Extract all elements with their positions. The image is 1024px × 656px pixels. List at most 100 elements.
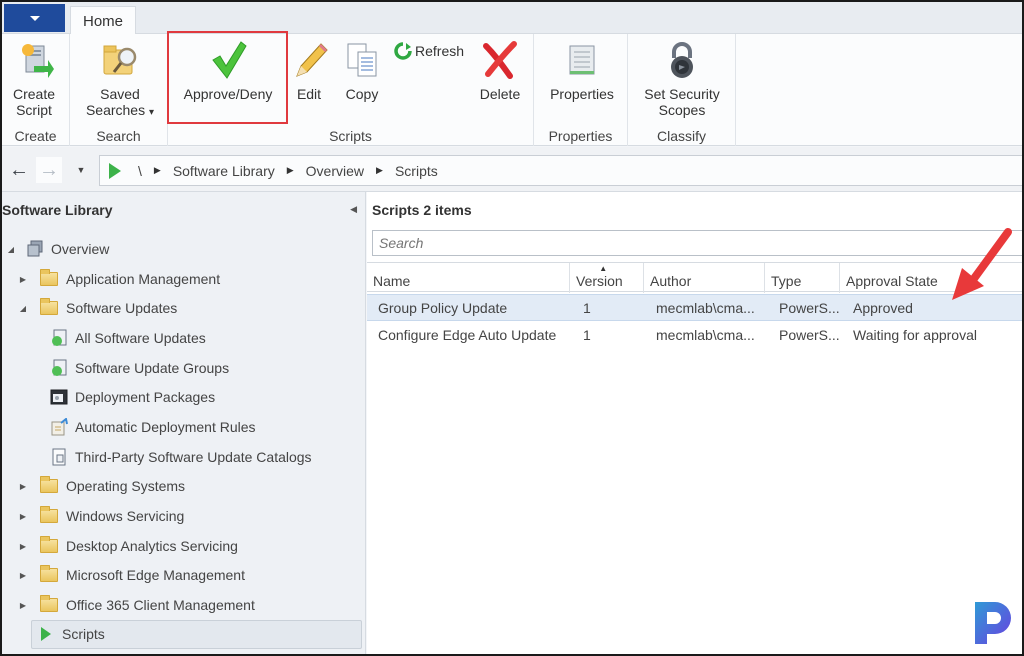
properties-label: Properties <box>550 86 614 102</box>
delete-button[interactable]: Delete <box>474 40 526 102</box>
console-window: Home Create Script Create Saved Searches… <box>0 0 1024 656</box>
dropdown-arrow-icon: ▾ <box>149 107 155 118</box>
tree-item-application-management[interactable]: ▶ Application Management <box>16 266 220 292</box>
copy-label: Copy <box>345 86 379 102</box>
breadcrumb-separator-icon: ▶ <box>153 165 161 175</box>
overview-icon <box>27 240 43 257</box>
cell-approval-state: Waiting for approval <box>853 327 977 343</box>
folder-icon <box>40 506 58 523</box>
copy-button[interactable]: Copy <box>338 40 386 102</box>
breadcrumb-root[interactable]: \ <box>138 163 142 179</box>
deployment-packages-icon <box>50 389 68 405</box>
expanded-twisty-icon: ◢ <box>7 244 15 254</box>
set-security-label-2: Scopes <box>658 102 706 118</box>
tree-item-deployment-packages[interactable]: Deployment Packages <box>50 384 215 410</box>
results-pane: Scripts 2 items Name ▲ Version Author Ty… <box>367 192 1022 654</box>
cell-author: mecmlab\cma... <box>656 327 755 343</box>
refresh-icon <box>394 42 412 60</box>
padlock-icon <box>662 40 702 80</box>
history-dropdown-button[interactable]: ▼ <box>68 157 94 183</box>
dropdown-icon: ▼ <box>76 165 86 175</box>
tree-item-windows-servicing[interactable]: ▶ Windows Servicing <box>16 503 184 529</box>
forward-arrow-icon: → <box>39 158 59 181</box>
folder-icon <box>40 536 58 553</box>
properties-button[interactable]: Properties <box>542 40 622 102</box>
table-row[interactable]: Group Policy Update 1 mecmlab\cma... Pow… <box>367 294 1022 321</box>
catalog-icon <box>52 448 66 466</box>
column-header-type[interactable]: Type <box>765 263 840 293</box>
delete-label: Delete <box>479 86 521 102</box>
create-script-icon <box>14 40 54 80</box>
software-updates-icon <box>52 329 67 346</box>
breadcrumb-software-library[interactable]: Software Library <box>173 163 275 179</box>
collapsed-twisty-icon: ▶ <box>19 274 27 284</box>
tree-item-automatic-deployment-rules[interactable]: Automatic Deployment Rules <box>50 414 256 440</box>
column-header-approval-state[interactable]: Approval State <box>840 263 1022 293</box>
saved-searches-label-2: Searches ▾ <box>85 102 155 118</box>
address-bar[interactable]: \ ▶ Software Library ▶ Overview ▶ Script… <box>99 155 1022 186</box>
edit-label: Edit <box>296 86 322 102</box>
update-groups-icon <box>52 359 67 376</box>
cell-type: PowerS... <box>779 300 840 316</box>
column-header-name[interactable]: Name <box>367 263 570 293</box>
refresh-button[interactable]: Refresh <box>394 42 464 60</box>
breadcrumb-overview[interactable]: Overview <box>306 163 364 179</box>
ribbon-group-classify: Set Security Scopes Classify <box>628 34 736 146</box>
deployment-rules-icon <box>51 418 68 436</box>
tree-item-third-party-catalogs[interactable]: Third-Party Software Update Catalogs <box>50 444 312 470</box>
column-header-version[interactable]: ▲ Version <box>570 263 644 293</box>
table-row[interactable]: Configure Edge Auto Update 1 mecmlab\cma… <box>367 322 1022 349</box>
breadcrumb-scripts[interactable]: Scripts <box>395 163 438 179</box>
group-label-properties: Properties <box>548 128 613 144</box>
refresh-label: Refresh <box>415 43 465 59</box>
forward-button[interactable]: → <box>36 157 62 183</box>
caret-down-icon <box>29 15 40 21</box>
tree-item-software-updates[interactable]: ◢ Software Updates <box>16 295 177 321</box>
tree-label: Software Update Groups <box>75 360 230 376</box>
folder-icon <box>40 298 58 315</box>
approve-deny-button[interactable]: Approve/Deny <box>174 40 282 102</box>
tree-label: Third-Party Software Update Catalogs <box>75 449 312 465</box>
pencil-icon <box>289 40 329 80</box>
cell-name: Configure Edge Auto Update <box>378 327 557 343</box>
results-title: Scripts 2 items <box>372 202 472 218</box>
cell-name: Group Policy Update <box>378 300 508 316</box>
back-button[interactable]: ← <box>6 157 32 183</box>
search-field[interactable] <box>372 230 1022 256</box>
tree-item-software-update-groups[interactable]: Software Update Groups <box>50 355 229 381</box>
ribbon-group-scripts: Approve/Deny Edit Copy Refresh Delete Sc… <box>168 34 534 146</box>
set-security-label-1: Set Security <box>644 86 720 102</box>
set-security-scopes-button[interactable]: Set Security Scopes <box>634 40 730 118</box>
grid-header: Name ▲ Version Author Type Approval Stat… <box>367 262 1022 293</box>
folder-icon <box>40 476 58 493</box>
saved-searches-label-1: Saved <box>100 86 140 102</box>
edit-button[interactable]: Edit <box>286 40 332 102</box>
saved-searches-button[interactable]: Saved Searches ▾ <box>80 40 160 121</box>
tree-item-office-365-client-management[interactable]: ▶ Office 365 Client Management <box>16 592 255 618</box>
navigation-bar: ← → ▼ \ ▶ Software Library ▶ Overview ▶ … <box>2 147 1022 192</box>
tree-item-scripts[interactable]: Scripts <box>40 621 105 647</box>
collapsed-twisty-icon: ▶ <box>19 600 27 610</box>
expanded-twisty-icon: ◢ <box>19 303 27 313</box>
tab-home[interactable]: Home <box>70 6 136 35</box>
tree-item-desktop-analytics-servicing[interactable]: ▶ Desktop Analytics Servicing <box>16 533 238 559</box>
tree-label: Operating Systems <box>66 478 186 494</box>
approve-deny-label: Approve/Deny <box>183 86 273 102</box>
search-input[interactable] <box>379 235 1022 251</box>
tree-label: Software Updates <box>66 300 178 316</box>
tree-item-operating-systems[interactable]: ▶ Operating Systems <box>16 473 185 499</box>
tree-item-microsoft-edge-management[interactable]: ▶ Microsoft Edge Management <box>16 562 245 588</box>
create-script-button[interactable]: Create Script <box>6 40 62 118</box>
group-label-search: Search <box>96 128 141 144</box>
group-label-create: Create <box>14 128 57 144</box>
workspace-title: Software Library <box>2 202 113 218</box>
column-header-author[interactable]: Author <box>644 263 765 293</box>
app-menu-button[interactable] <box>4 4 65 32</box>
watermark-logo-icon <box>975 602 1011 644</box>
cell-version: 1 <box>583 300 591 316</box>
tree-label: Office 365 Client Management <box>66 597 255 613</box>
create-script-label-2: Script <box>16 102 52 118</box>
tree-item-all-software-updates[interactable]: All Software Updates <box>50 325 206 351</box>
collapse-pane-button[interactable]: ◀ <box>350 204 357 215</box>
tree-item-overview[interactable]: ◢ Overview <box>4 236 109 262</box>
